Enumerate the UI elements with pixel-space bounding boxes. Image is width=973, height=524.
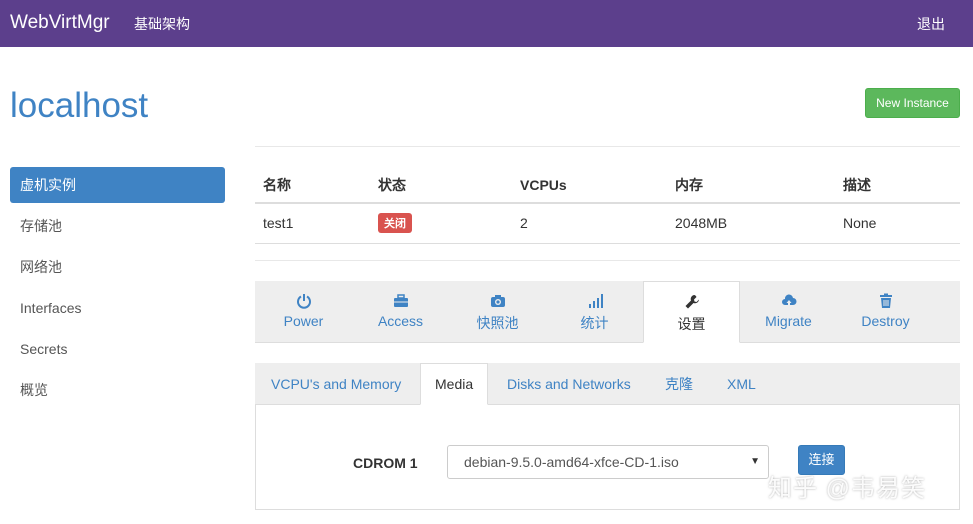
page-title: localhost	[10, 86, 149, 125]
instance-vcpus: 2	[512, 203, 667, 244]
cdrom-label: CDROM 1	[353, 455, 418, 471]
logout-link[interactable]: 退出	[917, 14, 945, 34]
top-navbar: WebVirtMgr 基础架构 退出	[0, 0, 973, 47]
bar-chart-icon	[588, 294, 603, 308]
new-instance-button[interactable]: New Instance	[865, 88, 960, 118]
column-header-description: 描述	[835, 167, 960, 204]
tab-settings[interactable]: 设置	[643, 281, 740, 343]
tab-snapshots-label: 快照池	[476, 315, 519, 331]
instance-description: None	[835, 203, 960, 244]
settings-subtabs: VCPU's and Memory Media Disks and Networ…	[255, 363, 960, 405]
dropdown-caret-icon: ▼	[750, 456, 760, 467]
table-header-row: 名称 状态 VCPUs 内存 描述	[255, 167, 960, 204]
tab-migrate[interactable]: Migrate	[740, 281, 837, 343]
instance-memory: 2048MB	[667, 203, 835, 244]
table-divider	[255, 260, 960, 261]
wrench-icon	[685, 295, 699, 309]
tab-destroy[interactable]: Destroy	[837, 281, 934, 343]
camera-icon	[490, 295, 505, 307]
iso-select-value: debian-9.5.0-amd64-xfce-CD-1.iso	[464, 454, 679, 470]
sidebar-item-secrets[interactable]: Secrets	[10, 331, 225, 372]
tab-snapshots[interactable]: 快照池	[449, 281, 546, 343]
sidebar-item-networks[interactable]: 网络池	[10, 249, 225, 290]
instances-table: 名称 状态 VCPUs 内存 描述 test1 关闭 2 2048MB None	[255, 167, 960, 244]
instance-status-cell: 关闭	[370, 203, 512, 244]
subtab-disks-networks[interactable]: Disks and Networks	[493, 363, 645, 405]
subtab-xml[interactable]: XML	[713, 363, 770, 405]
table-row[interactable]: test1 关闭 2 2048MB None	[255, 203, 960, 244]
tab-power[interactable]: Power	[255, 281, 352, 343]
power-icon	[296, 294, 311, 309]
status-badge: 关闭	[378, 213, 412, 234]
subtab-vcpu-memory[interactable]: VCPU's and Memory	[257, 363, 415, 405]
sidebar-item-overview[interactable]: 概览	[10, 372, 225, 413]
tab-access-label: Access	[377, 313, 424, 329]
watermark-text: 知乎 @韦易笑	[768, 475, 927, 502]
trash-icon	[879, 293, 892, 308]
cloud-upload-icon	[781, 294, 796, 307]
sidebar-item-interfaces[interactable]: Interfaces	[10, 290, 225, 331]
action-tabs: Power Access 快照池 统计 设置 Migrate Destroy	[255, 281, 960, 343]
column-header-status: 状态	[370, 167, 512, 204]
sidebar: 虚机实例 存储池 网络池 Interfaces Secrets 概览	[10, 167, 225, 413]
brand-logo[interactable]: WebVirtMgr	[10, 12, 110, 34]
column-header-memory: 内存	[667, 167, 835, 204]
column-header-vcpus: VCPUs	[512, 167, 667, 204]
nav-infrastructure-link[interactable]: 基础架构	[134, 14, 190, 34]
tab-settings-label: 设置	[677, 316, 706, 332]
header-divider	[255, 146, 960, 147]
tab-destroy-label: Destroy	[861, 313, 910, 329]
briefcase-icon	[393, 294, 408, 307]
tab-stats[interactable]: 统计	[546, 281, 643, 343]
tab-access[interactable]: Access	[352, 281, 449, 343]
sidebar-item-storage[interactable]: 存储池	[10, 208, 225, 249]
tab-stats-label: 统计	[580, 315, 609, 331]
iso-select[interactable]: debian-9.5.0-amd64-xfce-CD-1.iso ▼	[447, 445, 769, 479]
subtab-clone[interactable]: 克隆	[651, 363, 707, 405]
column-header-name: 名称	[255, 167, 370, 204]
tab-power-label: Power	[283, 313, 324, 329]
tab-migrate-label: Migrate	[765, 313, 812, 329]
sidebar-item-instances[interactable]: 虚机实例	[10, 167, 225, 203]
subtab-media[interactable]: Media	[420, 363, 489, 405]
instance-name[interactable]: test1	[255, 203, 370, 244]
